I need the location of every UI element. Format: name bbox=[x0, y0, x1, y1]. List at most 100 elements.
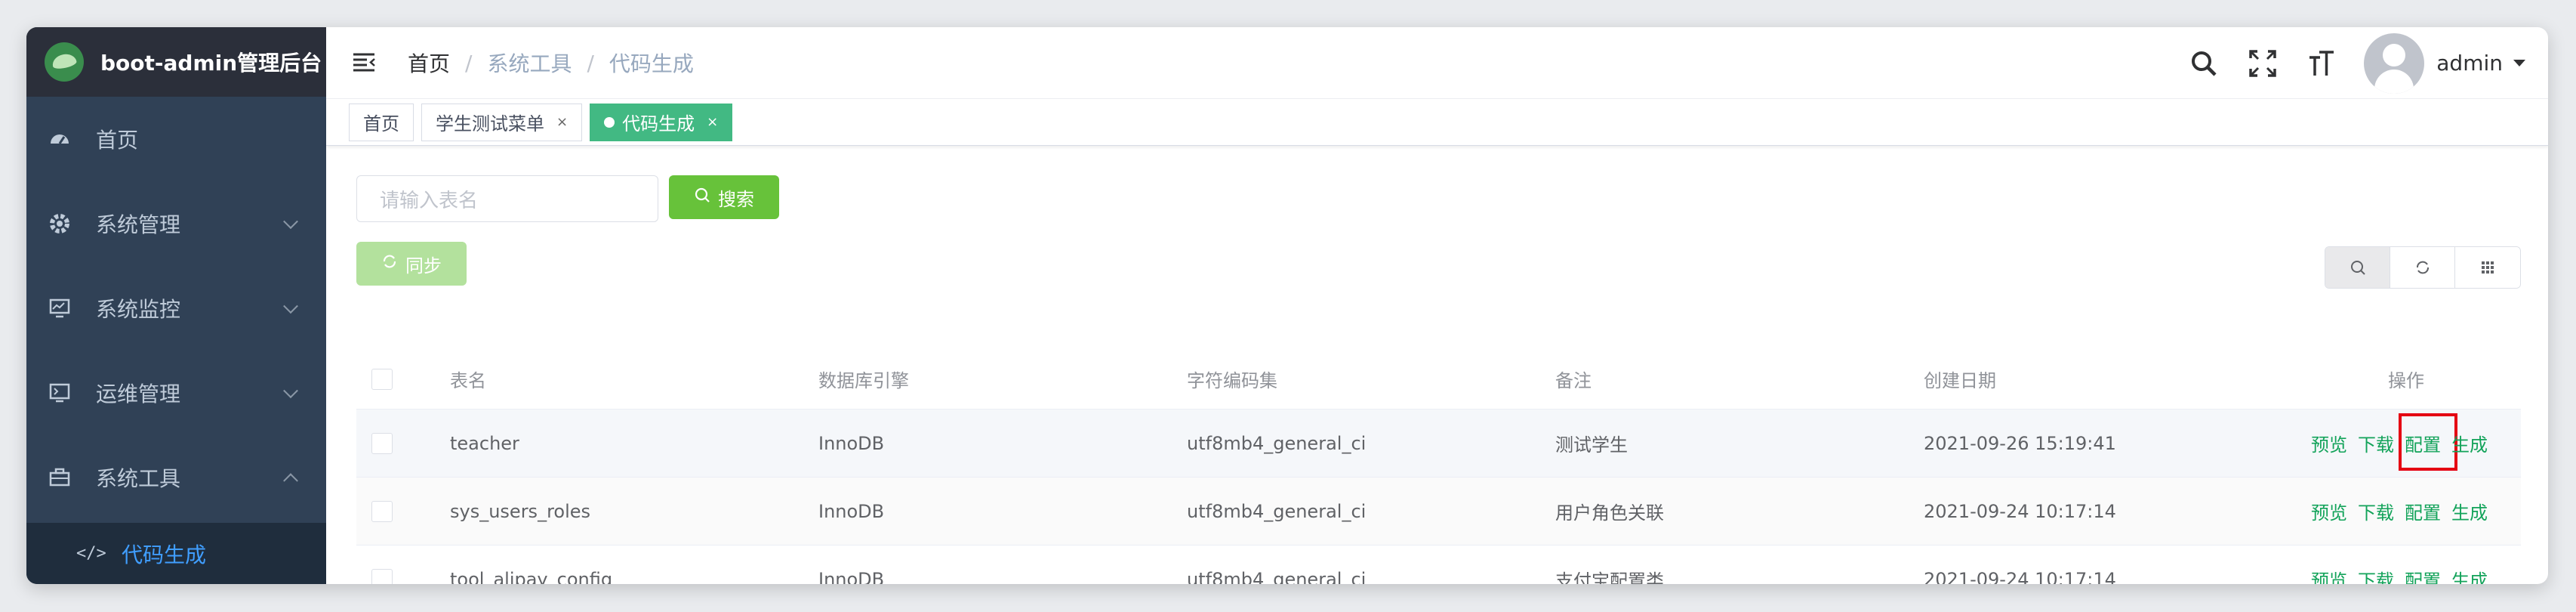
grid-icon bbox=[2482, 261, 2494, 274]
preview-link[interactable]: 预览 bbox=[2311, 498, 2347, 524]
download-link[interactable]: 下载 bbox=[2358, 430, 2394, 456]
search-button-label: 搜索 bbox=[718, 188, 754, 210]
toggle-search-button[interactable] bbox=[2325, 247, 2390, 288]
sidebar-item-label: 系统工具 bbox=[96, 466, 181, 491]
table-toolbar bbox=[2325, 246, 2521, 289]
generate-link[interactable]: 生成 bbox=[2451, 430, 2488, 456]
tags-view: 首页 学生测试菜单 × 代码生成 × bbox=[326, 99, 2548, 146]
cell-remark: 测试学生 bbox=[1555, 434, 1628, 456]
font-size-icon[interactable] bbox=[2305, 47, 2338, 80]
cell-table-name: sys_users_roles bbox=[450, 500, 591, 522]
hamburger-icon[interactable] bbox=[352, 50, 377, 76]
monitor-icon bbox=[46, 295, 73, 322]
refresh-button[interactable] bbox=[2390, 247, 2455, 288]
table-row[interactable]: sys_users_roles InnoDB utf8mb4_general_c… bbox=[356, 478, 2521, 546]
caret-down-icon[interactable] bbox=[2513, 60, 2525, 66]
cell-charset: utf8mb4_general_ci bbox=[1187, 432, 1367, 454]
table-row[interactable]: teacher InnoDB utf8mb4_general_ci 测试学生 2… bbox=[356, 410, 2521, 478]
logo-leaf-icon bbox=[45, 42, 84, 82]
preview-link[interactable]: 预览 bbox=[2311, 566, 2347, 584]
cell-remark: 支付宝配置类 bbox=[1555, 570, 1664, 584]
column-header: 备注 bbox=[1555, 370, 1592, 391]
cell-created-date: 2021-09-24 10:17:14 bbox=[1924, 500, 2116, 522]
active-dot-icon bbox=[604, 116, 615, 128]
username[interactable]: admin bbox=[2436, 51, 2503, 76]
app-window: boot-admin管理后台 首页 系统管理 系统监控 运维管理 系统工具 </… bbox=[26, 27, 2548, 584]
code-icon: </> bbox=[76, 544, 106, 563]
tag-code-generation[interactable]: 代码生成 × bbox=[590, 103, 733, 141]
row-actions: 预览 下载 配置 生成 bbox=[2226, 498, 2521, 524]
close-icon[interactable]: × bbox=[707, 114, 718, 130]
table: 表名 数据库引擎 字符编码集 备注 创建日期 操作 teacher InnoDB… bbox=[356, 349, 2521, 584]
sidebar-item-label: 首页 bbox=[96, 128, 139, 153]
sidebar-item-label: 系统监控 bbox=[96, 297, 181, 322]
table-row[interactable]: tool_alipay_config InnoDB utf8mb4_genera… bbox=[356, 546, 2521, 584]
tag-student-test-menu[interactable]: 学生测试菜单 × bbox=[421, 103, 583, 141]
breadcrumb-system-tools: 系统工具 bbox=[487, 51, 572, 76]
configure-link[interactable]: 配置 bbox=[2405, 566, 2441, 584]
chevron-down-icon bbox=[283, 383, 298, 399]
breadcrumb-separator: / bbox=[465, 50, 473, 76]
tag-label: 学生测试菜单 bbox=[436, 113, 544, 134]
sidebar-subitem-code-generation[interactable]: </> 代码生成 bbox=[26, 523, 326, 584]
cell-charset: utf8mb4_general_ci bbox=[1187, 500, 1367, 522]
logo[interactable]: boot-admin管理后台 bbox=[26, 27, 326, 97]
refresh-icon bbox=[2416, 261, 2429, 274]
breadcrumb: 首页 / 系统工具 / 代码生成 bbox=[408, 48, 694, 78]
sidebar-item-home[interactable]: 首页 bbox=[26, 97, 326, 181]
sidebar-item-label: 系统管理 bbox=[96, 212, 181, 237]
configure-link[interactable]: 配置 bbox=[2399, 413, 2457, 471]
avatar[interactable] bbox=[2364, 32, 2425, 94]
columns-button[interactable] bbox=[2455, 247, 2520, 288]
sidebar-item-system-tools[interactable]: 系统工具 bbox=[26, 435, 326, 520]
row-checkbox[interactable] bbox=[371, 432, 393, 454]
search-icon[interactable] bbox=[2187, 47, 2220, 80]
navbar: 首页 / 系统工具 / 代码生成 admin bbox=[326, 27, 2548, 99]
preview-link[interactable]: 预览 bbox=[2311, 430, 2347, 456]
cell-table-name: tool_alipay_config bbox=[450, 568, 613, 585]
sidebar-item-system-monitor[interactable]: 系统监控 bbox=[26, 266, 326, 351]
chevron-down-icon bbox=[283, 298, 298, 314]
sidebar: boot-admin管理后台 首页 系统管理 系统监控 运维管理 系统工具 </… bbox=[26, 27, 326, 584]
column-header: 数据库引擎 bbox=[818, 370, 909, 391]
chevron-down-icon bbox=[283, 214, 298, 230]
download-link[interactable]: 下载 bbox=[2358, 498, 2394, 524]
cell-table-name: teacher bbox=[450, 432, 519, 454]
navbar-right: admin bbox=[2187, 27, 2525, 99]
cell-engine: InnoDB bbox=[818, 500, 885, 522]
cell-created-date: 2021-09-26 15:19:41 bbox=[1924, 432, 2116, 454]
row-checkbox[interactable] bbox=[371, 568, 393, 584]
toolbox-icon bbox=[46, 464, 73, 491]
search-icon bbox=[2350, 261, 2365, 275]
sync-button[interactable]: 同步 bbox=[356, 242, 467, 286]
sidebar-item-label: 运维管理 bbox=[96, 382, 181, 406]
cell-engine: InnoDB bbox=[818, 568, 885, 585]
chevron-up-icon bbox=[283, 473, 298, 489]
select-all-checkbox[interactable] bbox=[371, 368, 393, 390]
generate-link[interactable]: 生成 bbox=[2451, 498, 2488, 524]
tag-home[interactable]: 首页 bbox=[349, 103, 414, 141]
table-header-row: 表名 数据库引擎 字符编码集 备注 创建日期 操作 bbox=[356, 349, 2521, 410]
configure-link[interactable]: 配置 bbox=[2405, 498, 2441, 524]
sidebar-item-system-management[interactable]: 系统管理 bbox=[26, 181, 326, 266]
sidebar-subitem-label: 代码生成 bbox=[122, 542, 207, 567]
breadcrumb-current: 代码生成 bbox=[609, 51, 694, 76]
sync-button-label: 同步 bbox=[405, 255, 442, 277]
table-name-search-input[interactable]: 请输入表名 bbox=[356, 175, 658, 222]
search-button[interactable]: 搜索 bbox=[669, 175, 779, 219]
close-icon[interactable]: × bbox=[556, 114, 568, 130]
sidebar-item-ops[interactable]: 运维管理 bbox=[26, 351, 326, 435]
terminal-icon bbox=[46, 379, 73, 406]
dashboard-icon bbox=[46, 125, 73, 153]
breadcrumb-home[interactable]: 首页 bbox=[408, 48, 450, 78]
cell-created-date: 2021-09-24 10:17:14 bbox=[1924, 568, 2116, 585]
row-checkbox[interactable] bbox=[371, 500, 393, 522]
app-title: boot-admin管理后台 bbox=[100, 51, 322, 76]
fullscreen-icon[interactable] bbox=[2246, 47, 2279, 80]
download-link[interactable]: 下载 bbox=[2358, 566, 2394, 584]
column-header: 创建日期 bbox=[1924, 370, 1996, 391]
generate-link[interactable]: 生成 bbox=[2451, 566, 2488, 584]
gear-icon bbox=[46, 210, 73, 237]
tag-label: 代码生成 bbox=[622, 113, 695, 134]
cell-remark: 用户角色关联 bbox=[1555, 502, 1664, 524]
